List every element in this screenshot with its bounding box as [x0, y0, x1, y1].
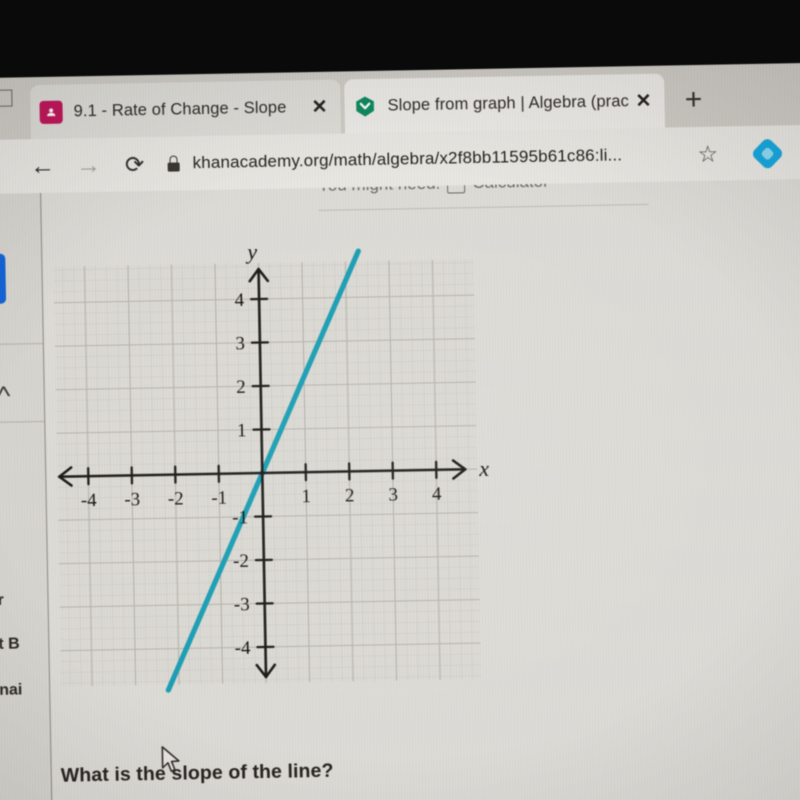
- y-tick-label: -2: [233, 551, 249, 572]
- address-bar-url: khanacademy.org/math/algebra/x2f8bb11595…: [192, 145, 623, 173]
- y-axis-label: y: [245, 245, 257, 264]
- browser-tab-1[interactable]: 9.1 - Rate of Change - Slope ✕: [30, 79, 342, 140]
- y-tick-label: 3: [235, 333, 245, 354]
- browser-tab-1-title: 9.1 - Rate of Change - Slope: [73, 98, 287, 120]
- reload-icon[interactable]: ⟳: [117, 147, 152, 182]
- browser-tab-2-close-icon[interactable]: ✕: [630, 88, 656, 114]
- window-restore-button[interactable]: [0, 89, 13, 107]
- browser-window: 9.1 - Rate of Change - Slope ✕ Slope fro…: [0, 62, 800, 800]
- google-classroom-icon: [38, 100, 63, 124]
- sidebar-text-fragment-2: t B: [0, 635, 20, 653]
- photographed-screen: 9.1 - Rate of Change - Slope ✕ Slope fro…: [0, 0, 800, 800]
- y-tick-label: 4: [234, 290, 244, 311]
- sidebar-highlight-chip[interactable]: [0, 253, 7, 305]
- back-icon[interactable]: ←: [25, 149, 60, 184]
- y-tick-label: -1: [232, 507, 248, 528]
- y-tick-label: -4: [234, 638, 251, 659]
- x-tick-label: -4: [81, 490, 98, 511]
- khan-academy-leaf-icon: [352, 94, 376, 118]
- sidebar-text-fragment-1: r: [0, 591, 4, 609]
- address-bar[interactable]: khanacademy.org/math/algebra/x2f8bb11595…: [165, 135, 684, 182]
- y-tick-label: 2: [236, 377, 246, 398]
- x-tick-label: 4: [432, 484, 442, 505]
- question-text: What is the slope of the line?: [60, 759, 334, 787]
- x-tick-label: 2: [345, 485, 355, 506]
- mouse-cursor: [160, 746, 183, 781]
- x-tick-label: -1: [211, 488, 227, 509]
- forward-icon[interactable]: →: [71, 148, 106, 183]
- x-axis-label: x: [478, 456, 489, 481]
- browser-tab-1-close-icon[interactable]: ✕: [306, 94, 332, 120]
- new-tab-button[interactable]: +: [678, 83, 709, 118]
- x-tick-label: 1: [301, 486, 311, 507]
- page-content: ˄ r t B nai You might need: Calculator: [0, 178, 800, 800]
- y-tick-label: 1: [237, 420, 247, 441]
- x-tick-label: 3: [388, 485, 398, 506]
- x-tick-label: -2: [168, 488, 184, 509]
- sidebar-divider-2: [0, 420, 45, 424]
- x-tick-label: -3: [124, 489, 140, 510]
- profile-diamond-icon[interactable]: [750, 136, 785, 171]
- browser-tab-2-title: Slope from graph | Algebra (prac: [387, 91, 630, 115]
- bookmark-star-icon[interactable]: ☆: [697, 140, 718, 168]
- y-tick-label: -3: [234, 594, 250, 615]
- chevron-up-icon[interactable]: ˄: [0, 382, 12, 405]
- coordinate-graph: -4 -3 -2 -1 1 2 3 4 4 3 2 1 -1 -2 -3 -4 x y: [47, 245, 496, 723]
- padlock-icon: [165, 154, 181, 172]
- sidebar-divider: [0, 343, 43, 346]
- sidebar-text-fragment-3: nai: [0, 681, 23, 699]
- left-sidebar-cropped: ˄ r t B nai: [0, 193, 53, 800]
- browser-tab-2[interactable]: Slope from graph | Algebra (prac ✕: [344, 73, 666, 134]
